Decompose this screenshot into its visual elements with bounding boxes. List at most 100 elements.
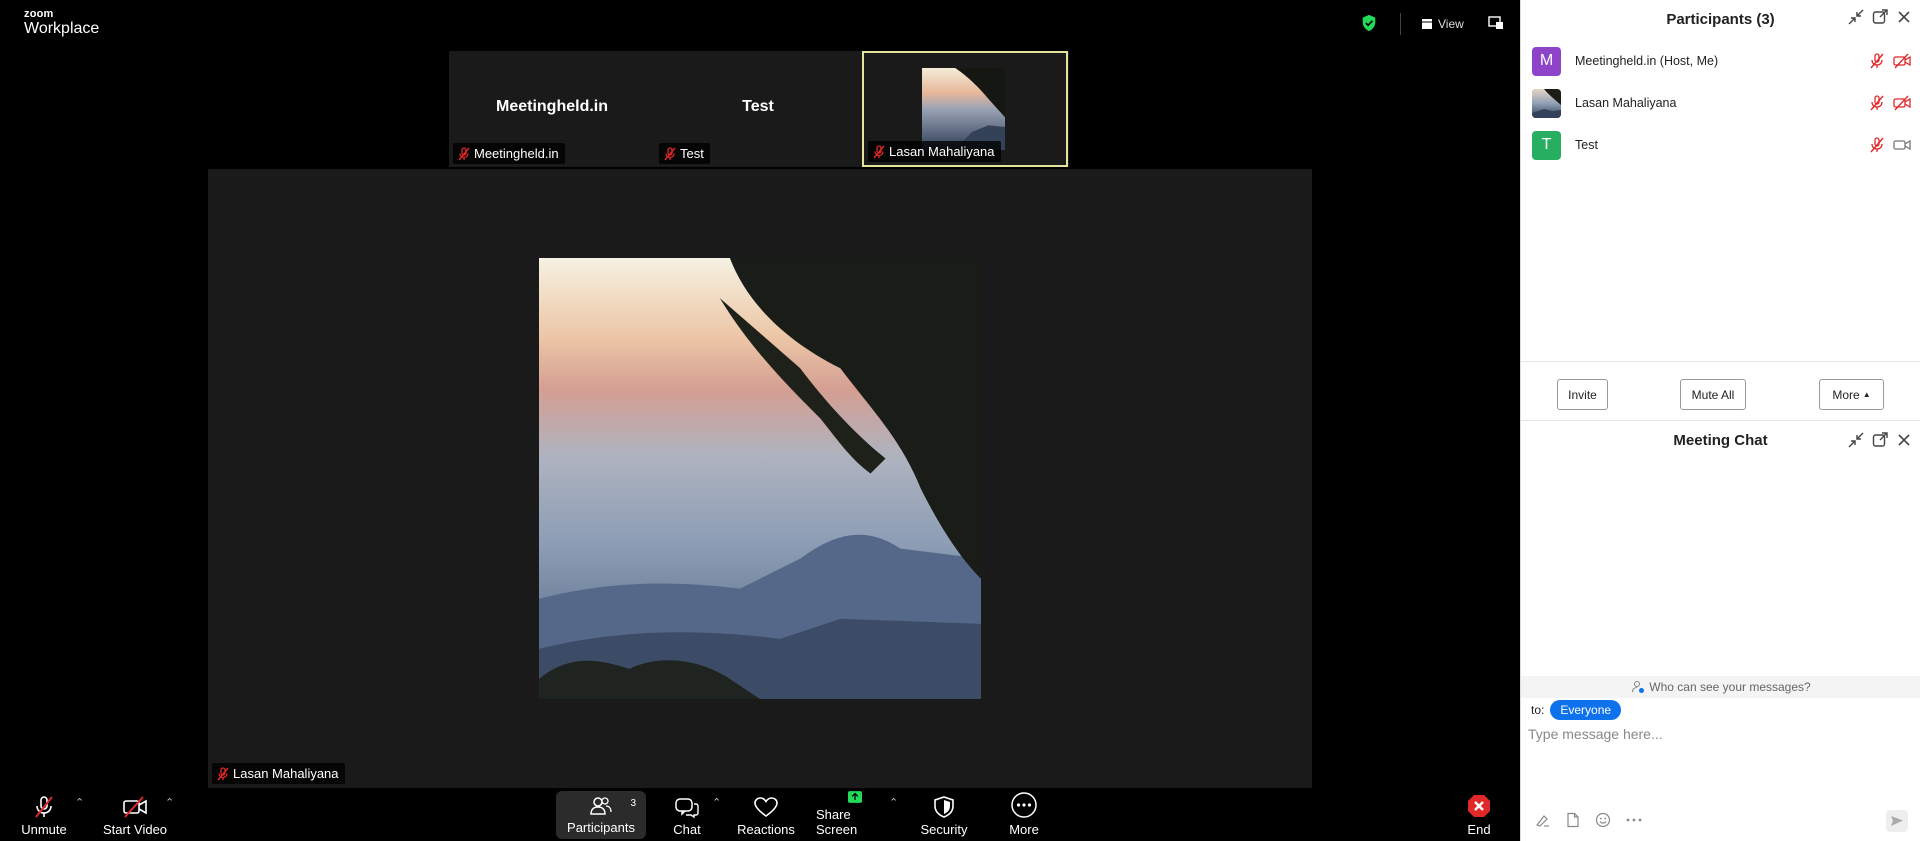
collapse-icon[interactable] <box>1848 9 1864 25</box>
end-label: End <box>1467 822 1491 837</box>
avatar: M <box>1532 46 1561 76</box>
video-off-icon[interactable] <box>1893 95 1911 111</box>
speaker-video-image <box>539 258 981 699</box>
share-screen-button[interactable]: Share Screen <box>816 790 894 841</box>
meeting-view: zoom Workplace View Meetingheld.in Meeti… <box>0 0 1520 841</box>
security-shield-icon <box>934 796 954 818</box>
video-off-icon[interactable] <box>1893 53 1911 69</box>
name-chip: Lasan Mahaliyana <box>868 141 1001 162</box>
emoji-icon[interactable] <box>1595 812 1611 828</box>
share-options-caret[interactable]: ⌃ <box>889 796 898 809</box>
pop-out-icon[interactable] <box>1872 9 1888 25</box>
reactions-button[interactable]: Reactions <box>736 790 796 841</box>
mic-muted-icon[interactable] <box>1869 53 1885 69</box>
mute-all-button[interactable]: Mute All <box>1680 379 1746 410</box>
security-label: Security <box>920 822 968 837</box>
thumbnail-name: Meetingheld.in <box>496 98 608 115</box>
video-off-icon <box>123 796 147 818</box>
thumbnail-name: Test <box>742 98 774 115</box>
participant-row[interactable]: T Test <box>1521 124 1920 166</box>
recipient-row: to: Everyone <box>1531 700 1622 720</box>
more-label: More <box>1009 822 1039 837</box>
mic-muted-icon <box>35 796 53 818</box>
chat-message-input[interactable] <box>1528 722 1908 746</box>
more-options-icon[interactable] <box>1625 812 1643 828</box>
mic-muted-icon[interactable] <box>1869 137 1885 153</box>
close-icon[interactable] <box>1896 9 1912 25</box>
participants-more-label: More <box>1832 387 1860 402</box>
chat-tools <box>1535 812 1643 828</box>
participant-row[interactable]: M Meetingheld.in (Host, Me) <box>1521 40 1920 82</box>
thumbnail-tile[interactable]: Meetingheld.in Meetingheld.in <box>449 51 655 167</box>
send-button[interactable] <box>1886 810 1908 832</box>
participant-label: Lasan Mahaliyana <box>889 144 995 159</box>
person-icon <box>1632 680 1645 693</box>
encryption-shield-icon[interactable] <box>1360 14 1378 35</box>
avatar <box>1532 88 1561 118</box>
participant-row[interactable]: Lasan Mahaliyana <box>1521 82 1920 124</box>
file-icon[interactable] <box>1565 812 1581 828</box>
participants-more-button[interactable]: More ▲ <box>1819 379 1884 410</box>
end-icon <box>1468 795 1490 817</box>
view-label: View <box>1438 17 1464 31</box>
participants-label: Participants <box>567 820 635 835</box>
thumbnail-tile[interactable]: Test Test <box>655 51 861 167</box>
mic-muted-icon <box>217 766 229 780</box>
participants-actions: Invite Mute All More ▲ <box>1521 361 1920 421</box>
participant-label: Test <box>680 146 704 161</box>
thumbnail-strip: Meetingheld.in Meetingheld.in Test Test <box>449 51 1069 167</box>
participant-label: Meetingheld.in <box>474 146 559 161</box>
unmute-button[interactable]: Unmute <box>16 790 72 841</box>
security-button[interactable]: Security <box>916 790 972 841</box>
end-meeting-button[interactable]: End <box>1466 790 1492 841</box>
avatar-photo <box>1532 88 1561 118</box>
participants-icon <box>590 797 612 815</box>
side-panel: Participants (3) M Meetingheld.in (Host,… <box>1520 0 1920 841</box>
name-chip: Meetingheld.in <box>453 143 565 164</box>
close-icon[interactable] <box>1896 432 1912 448</box>
reactions-label: Reactions <box>737 822 795 837</box>
participants-panel-controls <box>1848 9 1912 25</box>
logo-product: Workplace <box>24 20 100 37</box>
who-can-see-messages-link[interactable]: Who can see your messages? <box>1521 676 1920 698</box>
start-video-label: Start Video <box>102 822 168 837</box>
audio-options-caret[interactable]: ⌃ <box>75 796 84 809</box>
share-screen-icon <box>848 791 862 803</box>
chat-panel-controls <box>1848 432 1912 448</box>
chat-label: Chat <box>673 822 701 837</box>
recipient-select[interactable]: Everyone <box>1550 700 1622 720</box>
mic-muted-icon <box>873 144 885 158</box>
name-chip: Test <box>659 143 710 164</box>
meeting-toolbar: Unmute ⌃ Start Video ⌃ 3 Participants Ch… <box>0 790 1520 841</box>
format-text-icon[interactable] <box>1535 812 1551 828</box>
collapse-icon[interactable] <box>1848 432 1864 448</box>
top-controls: View <box>1360 13 1504 35</box>
participants-button[interactable]: 3 Participants <box>556 791 646 839</box>
chat-button[interactable]: Chat <box>664 790 710 841</box>
mic-muted-icon[interactable] <box>1869 95 1885 111</box>
invite-button[interactable]: Invite <box>1557 379 1608 410</box>
speaker-stage: Lasan Mahaliyana <box>208 169 1312 788</box>
speaker-label: Lasan Mahaliyana <box>233 766 339 781</box>
name-chip: Lasan Mahaliyana <box>212 763 345 784</box>
pop-out-icon[interactable] <box>1872 432 1888 448</box>
fullscreen-icon[interactable] <box>1488 15 1504 33</box>
start-video-button[interactable]: Start Video <box>100 790 170 841</box>
participant-status <box>1869 137 1911 153</box>
more-dots-icon <box>1011 792 1037 818</box>
heart-icon <box>754 797 778 817</box>
thumbnail-tile-active[interactable]: Lasan Mahaliyana <box>862 51 1068 167</box>
video-on-icon[interactable] <box>1893 137 1911 153</box>
unmute-label: Unmute <box>21 822 67 837</box>
participant-name: Lasan Mahaliyana <box>1575 96 1677 110</box>
logo-brand: zoom <box>24 8 54 20</box>
more-button[interactable]: More <box>1004 790 1044 841</box>
chat-options-caret[interactable]: ⌃ <box>712 796 721 809</box>
video-options-caret[interactable]: ⌃ <box>165 796 174 809</box>
view-button[interactable]: View <box>1421 17 1464 31</box>
mic-muted-icon <box>664 146 676 160</box>
chat-icon <box>675 798 699 819</box>
toolbar-divider <box>1400 13 1401 35</box>
video-thumbnail-image <box>922 68 1005 150</box>
zoom-logo: zoom Workplace <box>24 9 99 37</box>
